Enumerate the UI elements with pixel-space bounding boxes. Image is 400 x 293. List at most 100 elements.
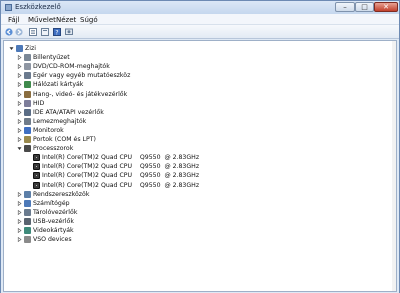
expander-icon[interactable] — [17, 209, 22, 215]
processor-label: Intel(R) Core(TM)2 Quad CPU Q9550 @ 2.83… — [42, 181, 200, 189]
expander-icon[interactable] — [17, 200, 22, 206]
tree-node-label: Videokártyák — [33, 227, 74, 234]
tree-node-label: Billentyűzet — [33, 54, 70, 62]
root-expander-icon[interactable] — [9, 46, 14, 51]
expander-icon[interactable] — [17, 109, 22, 115]
processor-icon — [24, 145, 31, 153]
maximize-button[interactable]: □ — [355, 2, 374, 12]
menu-help[interactable]: Súgó — [80, 16, 98, 24]
tree-node[interactable]: Számítógép — [4, 199, 384, 208]
expander-icon[interactable] — [17, 73, 22, 79]
expander-icon[interactable] — [17, 64, 22, 70]
forward-arrow-icon[interactable] — [15, 28, 23, 36]
tree-node[interactable]: DVD/CD-ROM-meghajtók — [4, 62, 384, 71]
vertical-scrollbar[interactable] — [392, 41, 396, 291]
tree-node[interactable]: Videokártyák — [4, 226, 384, 235]
tree-node-label: Hang-, videó- és játékvezérlők — [33, 90, 128, 98]
tree-node-label: VSO devices — [33, 236, 72, 244]
disk-drive-icon — [24, 117, 31, 125]
tree-node-label: Lemezmeghajtók — [33, 117, 87, 125]
tree-child[interactable]: Intel(R) Core(TM)2 Quad CPU Q9550 @ 2.83… — [4, 181, 384, 190]
tree-root-label: Zizi — [25, 45, 36, 52]
tree-node-label: DVD/CD-ROM-meghajtók — [33, 63, 110, 71]
network-card-icon — [24, 81, 31, 89]
tree-node-label: Rendszereszközök — [33, 190, 90, 198]
close-button[interactable]: ✕ — [374, 2, 398, 12]
sound-icon — [24, 90, 31, 98]
tree-node[interactable]: Billentyűzet — [4, 53, 384, 62]
tree-node[interactable]: Tárolóvezérlők — [4, 208, 384, 217]
expander-icon[interactable] — [17, 228, 22, 233]
menu-file[interactable]: Fájl — [8, 16, 20, 24]
system-device-icon — [24, 190, 31, 198]
expander-icon[interactable] — [17, 146, 22, 151]
tree-node[interactable]: Portok (COM és LPT) — [4, 135, 384, 144]
tree-node[interactable]: Processzorok — [4, 144, 384, 153]
tree-node[interactable]: Hang-, videó- és játékvezérlők — [4, 90, 384, 99]
tree-node-label: IDE ATA/ATAPI vezérlők — [33, 108, 104, 116]
tree-node[interactable]: Lemezmeghajtók — [4, 117, 384, 126]
processor-label: Intel(R) Core(TM)2 Quad CPU Q9550 @ 2.83… — [42, 163, 200, 171]
expander-icon[interactable] — [17, 100, 22, 106]
scan-hardware-icon[interactable] — [65, 28, 73, 36]
tree-node[interactable]: Hálózati kártyák — [4, 80, 384, 89]
cpu-icon — [33, 154, 40, 162]
tree-view-icon[interactable] — [29, 28, 37, 36]
tree-node-label: Hálózati kártyák — [33, 81, 84, 89]
keyboard-icon — [24, 54, 31, 62]
tree-node[interactable]: Rendszereszközök — [4, 190, 384, 199]
hid-icon — [24, 99, 31, 107]
tree-node-label: Portok (COM és LPT) — [33, 136, 96, 143]
tree-node-label: Számítógép — [33, 199, 70, 207]
monitor-icon — [24, 126, 31, 134]
tree-node[interactable]: USB-vezérlők — [4, 217, 384, 226]
expander-icon[interactable] — [17, 237, 22, 243]
cpu-icon — [33, 163, 40, 171]
tree-node-label: Monitorok — [33, 126, 64, 134]
menu-view[interactable]: Nézet — [56, 16, 76, 24]
video-card-icon — [24, 227, 31, 234]
processor-label: Intel(R) Core(TM)2 Quad CPU Q9550 @ 2.83… — [42, 172, 200, 180]
expander-icon[interactable] — [17, 82, 22, 88]
toolbar: ? — [1, 25, 399, 39]
device-manager-icon — [5, 4, 12, 11]
device-tree[interactable]: Zizi Billentyűzet DVD/CD-ROM-meghajtók Egér… — [3, 40, 397, 292]
tree-node[interactable]: VSO devices — [4, 235, 384, 244]
vso-device-icon — [24, 236, 31, 244]
tree-child[interactable]: Intel(R) Core(TM)2 Quad CPU Q9550 @ 2.83… — [4, 171, 384, 180]
tree-root[interactable]: Zizi — [4, 44, 384, 53]
expander-icon[interactable] — [17, 191, 22, 197]
expander-icon[interactable] — [17, 91, 22, 97]
expander-icon[interactable] — [17, 118, 22, 124]
tree-node[interactable]: IDE ATA/ATAPI vezérlők — [4, 108, 384, 117]
tree-node-label: Processzorok — [33, 145, 74, 153]
ide-controller-icon — [24, 108, 31, 116]
dvd-drive-icon — [24, 63, 31, 71]
tree-node[interactable]: Monitorok — [4, 126, 384, 135]
cpu-icon — [33, 172, 40, 180]
expander-icon[interactable] — [17, 55, 22, 61]
properties-icon[interactable] — [41, 28, 49, 36]
menu-action[interactable]: Művelet — [28, 16, 56, 24]
tree-node-label: USB-vezérlők — [33, 217, 74, 225]
tree-child[interactable]: Intel(R) Core(TM)2 Quad CPU Q9550 @ 2.83… — [4, 162, 384, 171]
expander-icon[interactable] — [17, 218, 22, 224]
device-manager-window: Eszközkezelő – □ ✕ Fájl Művelet Nézet Sú… — [0, 0, 400, 293]
help-icon[interactable]: ? — [53, 28, 61, 36]
tree-node[interactable]: Egér vagy egyéb mutatóeszköz — [4, 71, 384, 80]
tree-node-label: Egér vagy egyéb mutatóeszköz — [33, 72, 131, 80]
back-arrow-icon[interactable] — [5, 28, 13, 36]
tree-node-label: HID — [33, 99, 45, 107]
expander-icon[interactable] — [17, 127, 22, 133]
svg-text:?: ? — [55, 30, 58, 37]
window-title: Eszközkezelő — [15, 3, 61, 11]
tree-child[interactable]: Intel(R) Core(TM)2 Quad CPU Q9550 @ 2.83… — [4, 153, 384, 162]
processor-label: Intel(R) Core(TM)2 Quad CPU Q9550 @ 2.83… — [42, 154, 200, 162]
minimize-button[interactable]: – — [335, 2, 355, 12]
expander-icon[interactable] — [17, 137, 22, 142]
computer-icon — [24, 199, 31, 207]
cpu-icon — [33, 181, 40, 189]
title-bar[interactable]: Eszközkezelő – □ ✕ — [1, 1, 399, 14]
mouse-icon — [24, 72, 31, 80]
tree-node[interactable]: HID — [4, 99, 384, 108]
